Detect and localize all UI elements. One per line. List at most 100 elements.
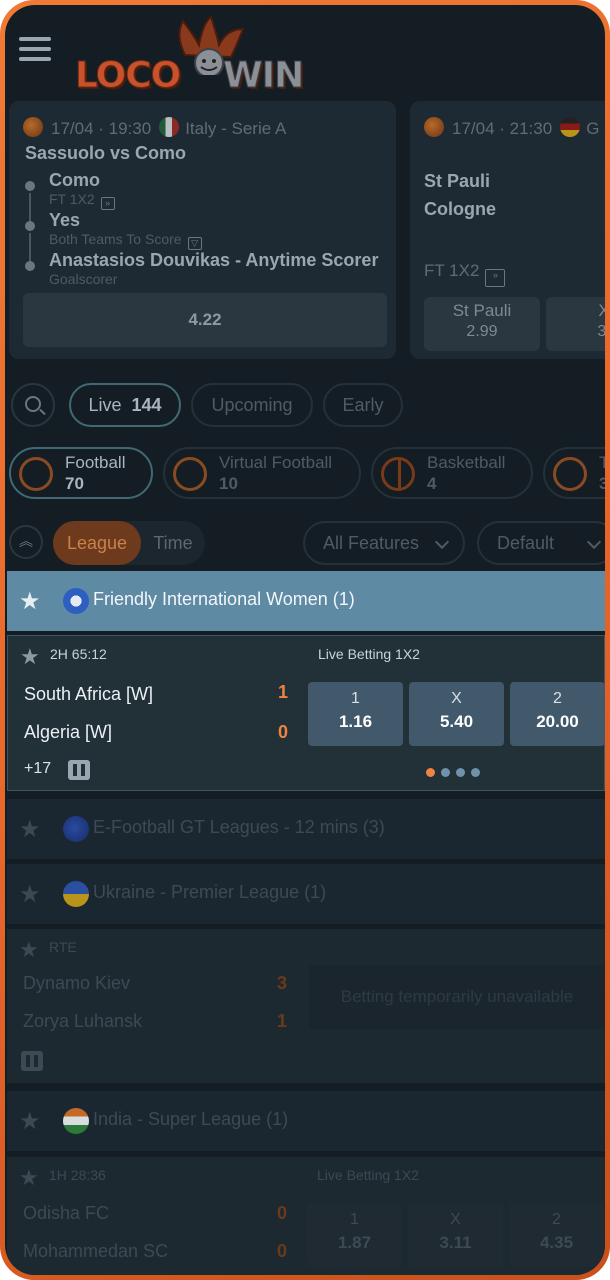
league-header-friendly[interactable]: ★ Friendly International Women (1) bbox=[7, 571, 605, 631]
market-label: Live Betting 1X2 bbox=[317, 1167, 419, 1183]
sort-dropdown-label: Default bbox=[497, 533, 555, 553]
leg-pick: Como bbox=[49, 170, 100, 190]
odds-value: 3.11 bbox=[439, 1233, 472, 1252]
odds-label: X bbox=[450, 1211, 461, 1228]
group-by-time[interactable]: Time bbox=[141, 521, 205, 565]
more-markets-link[interactable]: +17 bbox=[24, 760, 51, 778]
odds-button-x[interactable]: X 3.11 bbox=[408, 1203, 503, 1267]
pager-dot[interactable] bbox=[426, 768, 435, 777]
sport-virtual-football[interactable]: Virtual Football 10 bbox=[163, 447, 361, 499]
tab-live[interactable]: Live 144 bbox=[69, 383, 181, 427]
leg-market-text: Both Teams To Score bbox=[49, 231, 182, 247]
bet-legs: Como FT 1X2» Yes Both Teams To Score ▽ An… bbox=[23, 169, 383, 289]
football-icon bbox=[424, 117, 444, 137]
card-odds-button[interactable]: 4.22 bbox=[23, 293, 387, 347]
leg-dot bbox=[25, 181, 35, 191]
sport-name: Football bbox=[65, 453, 126, 472]
favorite-star-icon[interactable]: ★ bbox=[20, 644, 40, 670]
away-score: 0 bbox=[278, 722, 289, 742]
tab-early[interactable]: Early bbox=[323, 383, 403, 427]
away-team: Zorya Luhansk bbox=[23, 1011, 143, 1031]
home-team: South Africa [W] bbox=[24, 684, 154, 704]
odds-value: 20.00 bbox=[536, 712, 579, 731]
bet-leg: Anastasios Douvikas - Anytime Scorer Goa… bbox=[23, 249, 383, 289]
away-score: 1 bbox=[277, 1011, 288, 1031]
card-market: FT 1X2 » bbox=[424, 261, 506, 287]
card-pick-button[interactable]: X 3. bbox=[546, 297, 605, 351]
collapse-all-icon[interactable]: ︽ bbox=[9, 525, 43, 559]
match-row[interactable]: ★ 2H 65:12 Live Betting 1X2 South Africa… bbox=[7, 635, 605, 791]
basketball-icon bbox=[381, 457, 415, 491]
sport-count: 70 bbox=[65, 474, 84, 493]
sports-selector: Football 70 Virtual Football 10 Basketba… bbox=[5, 447, 605, 501]
stats-icon[interactable] bbox=[68, 760, 90, 780]
leg-market-text: FT 1X2 bbox=[49, 191, 95, 207]
market-label: Live Betting 1X2 bbox=[318, 646, 420, 662]
odds-value: 1.16 bbox=[338, 712, 373, 731]
betting-unavailable-notice: Betting temporarily unavailable bbox=[309, 965, 605, 1029]
home-score: 3 bbox=[277, 973, 288, 993]
sport-count: 10 bbox=[219, 474, 238, 493]
pick-name: St Pauli bbox=[452, 301, 512, 320]
tab-upcoming[interactable]: Upcoming bbox=[191, 383, 313, 427]
league-header-india[interactable]: ★ India - Super League (1) bbox=[7, 1091, 605, 1151]
group-by-league[interactable]: League bbox=[53, 521, 141, 565]
pager-dot[interactable] bbox=[441, 768, 450, 777]
odds-button-2[interactable]: 2 20.00 bbox=[510, 682, 605, 746]
logo[interactable]: LOCO WIN bbox=[73, 13, 305, 97]
chevron-down-icon bbox=[434, 534, 450, 550]
match-row[interactable]: ★ 1H 28:36 Live Betting 1X2 Odisha FC Mo… bbox=[7, 1157, 605, 1275]
away-score: 0 bbox=[277, 1241, 288, 1261]
card-away-team: Cologne bbox=[424, 199, 496, 219]
bet-leg: Yes Both Teams To Score ▽ bbox=[23, 209, 383, 261]
sport-name: Basketball bbox=[427, 453, 506, 472]
odds-button-x[interactable]: X 5.40 bbox=[409, 682, 504, 746]
efootball-icon bbox=[63, 816, 89, 842]
favorite-star-icon[interactable]: ★ bbox=[19, 1107, 41, 1136]
favorite-star-icon[interactable]: ★ bbox=[19, 815, 41, 844]
home-team: Dynamo Kiev bbox=[23, 973, 131, 993]
match-clock: RTE bbox=[49, 939, 77, 955]
featured-cards-carousel[interactable]: 17/04 · 19:30 Italy - Serie A Sassuolo vs… bbox=[5, 101, 605, 363]
odds-button-1[interactable]: 1 1.16 bbox=[308, 682, 403, 746]
favorite-star-icon[interactable]: ★ bbox=[19, 937, 39, 963]
leg-dot bbox=[25, 221, 35, 231]
app-header: LOCO WIN bbox=[5, 5, 605, 97]
league-name: India - Super League (1) bbox=[93, 1109, 289, 1129]
sport-count: 3 bbox=[599, 474, 605, 493]
match-row[interactable]: ★ RTE Dynamo Kiev Zorya Luhansk 3 1 Bett… bbox=[7, 929, 605, 1083]
sort-dropdown[interactable]: Default bbox=[477, 521, 605, 565]
favorite-star-icon[interactable]: ★ bbox=[19, 880, 41, 909]
sport-football[interactable]: Football 70 bbox=[9, 447, 153, 499]
leg-pick: Anastasios Douvikas - Anytime Scorer bbox=[49, 250, 379, 270]
search-button[interactable] bbox=[11, 383, 55, 427]
match-clock: 1H 28:36 bbox=[49, 1167, 106, 1183]
hamburger-menu-icon[interactable] bbox=[19, 37, 51, 63]
leg-pick: Yes bbox=[49, 210, 81, 230]
featured-card-bet-builder[interactable]: 17/04 · 19:30 Italy - Serie A Sassuolo vs… bbox=[9, 101, 396, 359]
league-name: Friendly International Women (1) bbox=[93, 589, 355, 609]
stats-icon[interactable] bbox=[21, 1051, 43, 1071]
odds-value: 4.35 bbox=[539, 1233, 574, 1252]
app-screen: LOCO WIN 17/04 · 19:30 Italy - Serie A Sa… bbox=[5, 5, 605, 1275]
leg-market: Goalscorer bbox=[49, 271, 118, 287]
favorite-star-icon[interactable]: ★ bbox=[19, 1165, 39, 1191]
card-market-text: FT 1X2 bbox=[424, 261, 480, 280]
card-meta: 17/04 · 21:30 G bbox=[424, 117, 599, 139]
features-dropdown[interactable]: All Features bbox=[303, 521, 465, 565]
international-icon bbox=[63, 588, 89, 614]
sport-tennis[interactable]: T 3 bbox=[543, 447, 605, 499]
leg-dot bbox=[25, 261, 35, 271]
odds-button-2[interactable]: 2 4.35 bbox=[509, 1203, 604, 1267]
card-pick-button[interactable]: St Pauli 2.99 bbox=[424, 297, 540, 351]
pager-dot[interactable] bbox=[471, 768, 480, 777]
league-header-ukraine[interactable]: ★ Ukraine - Premier League (1) bbox=[7, 864, 605, 924]
pager-dot[interactable] bbox=[456, 768, 465, 777]
home-team: Odisha FC bbox=[23, 1203, 110, 1223]
featured-card-match[interactable]: 17/04 · 21:30 G St Pauli Cologne FT 1X2» … bbox=[410, 101, 605, 359]
device-frame: LOCO WIN 17/04 · 19:30 Italy - Serie A Sa… bbox=[0, 0, 610, 1280]
odds-button-1[interactable]: 1 1.87 bbox=[307, 1203, 402, 1267]
favorite-star-icon[interactable]: ★ bbox=[19, 587, 41, 616]
league-header-efootball[interactable]: ★ E-Football GT Leagues - 12 mins (3) bbox=[7, 799, 605, 859]
sport-basketball[interactable]: Basketball 4 bbox=[371, 447, 533, 499]
